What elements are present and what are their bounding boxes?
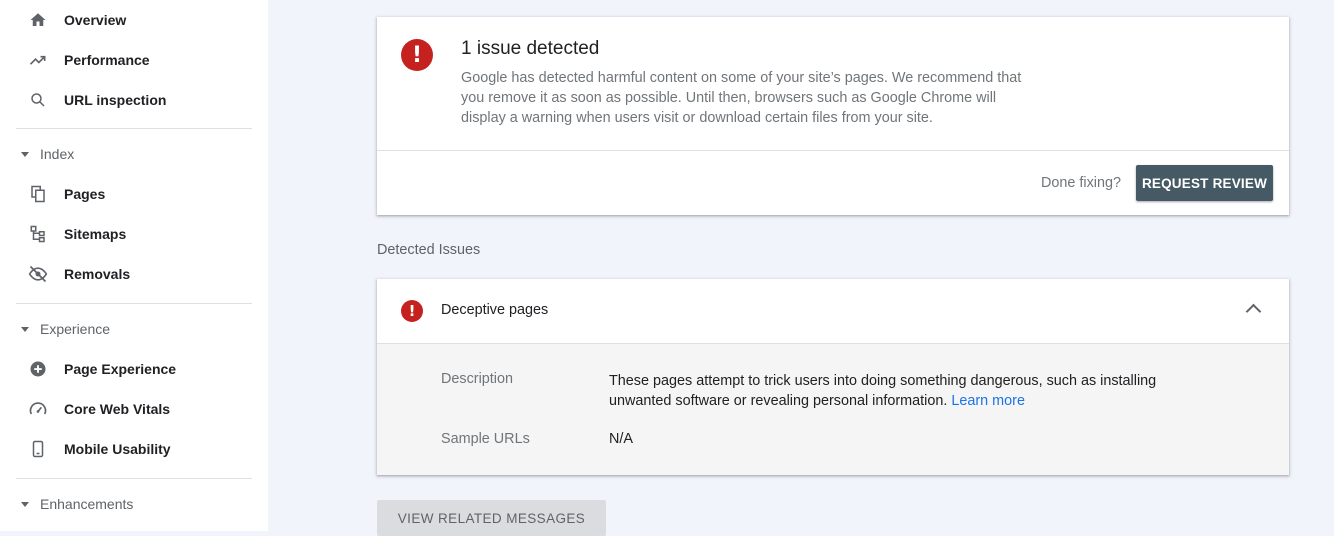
sidebar-divider — [16, 128, 252, 129]
request-review-button[interactable]: REQUEST REVIEW — [1136, 165, 1273, 201]
sidebar-item-label: Page Experience — [64, 361, 177, 377]
plus-circle-icon — [27, 358, 49, 380]
learn-more-link[interactable]: Learn more — [951, 393, 1025, 409]
sidebar-item-core-web-vitals[interactable]: Core Web Vitals — [0, 389, 268, 429]
description-label: Description — [441, 371, 513, 387]
sidebar-item-page-experience[interactable]: Page Experience — [0, 349, 268, 389]
pages-icon — [27, 183, 49, 205]
card-divider — [377, 150, 1289, 151]
sidebar-item-performance[interactable]: Performance — [0, 40, 268, 80]
search-icon — [27, 89, 49, 111]
sidebar-section-experience[interactable]: Experience — [0, 314, 268, 344]
sitemap-icon — [27, 223, 49, 245]
sidebar-item-sitemaps[interactable]: Sitemaps — [0, 214, 268, 254]
issue-description: Google has detected harmful content on s… — [461, 70, 1022, 126]
eye-off-icon — [27, 263, 49, 285]
sidebar-section-label: Experience — [40, 321, 111, 337]
sidebar-section-enhancements[interactable]: Enhancements — [0, 489, 268, 519]
sidebar-item-label: Performance — [64, 52, 150, 68]
alert-icon: ! — [401, 300, 423, 322]
sidebar-item-label: URL inspection — [64, 92, 167, 108]
sidebar-section-label: Enhancements — [40, 496, 134, 512]
description-body: These pages attempt to trick users into … — [609, 373, 1157, 409]
sidebar: Overview Performance URL inspection Inde… — [0, 0, 268, 531]
sidebar-item-label: Pages — [64, 186, 106, 202]
caret-down-icon — [21, 151, 29, 157]
trending-up-icon — [27, 49, 49, 71]
caret-down-icon — [21, 326, 29, 332]
chevron-up-icon[interactable] — [1245, 303, 1262, 320]
caret-down-icon — [21, 501, 29, 507]
sample-urls-label: Sample URLs — [441, 431, 530, 447]
sidebar-divider — [16, 303, 252, 304]
sidebar-section-label: Index — [40, 146, 75, 162]
description-text: These pages attempt to trick users into … — [609, 371, 1209, 411]
sidebar-item-label: Overview — [64, 12, 127, 28]
issue-detail-card: ! Deceptive pages Description These page… — [377, 279, 1289, 475]
sidebar-item-pages[interactable]: Pages — [0, 174, 268, 214]
sidebar-item-label: Sitemaps — [64, 226, 127, 242]
home-icon — [27, 9, 49, 31]
sidebar-item-url-inspection[interactable]: URL inspection — [0, 80, 268, 120]
sidebar-item-overview[interactable]: Overview — [0, 0, 268, 40]
sample-urls-value: N/A — [609, 431, 633, 447]
sidebar-item-mobile-usability[interactable]: Mobile Usability — [0, 429, 268, 469]
sidebar-divider — [16, 478, 252, 479]
alert-icon: ! — [401, 39, 433, 71]
sidebar-item-removals[interactable]: Removals — [0, 254, 268, 294]
issue-title: 1 issue detected — [461, 38, 600, 59]
issue-summary-card: ! 1 issue detected Google has detected h… — [377, 17, 1289, 215]
issue-expander-header[interactable]: ! Deceptive pages — [377, 279, 1289, 344]
done-fixing-label: Done fixing? — [1041, 175, 1121, 191]
phone-icon — [27, 438, 49, 460]
sidebar-item-label: Mobile Usability — [64, 441, 171, 457]
sidebar-item-label: Core Web Vitals — [64, 401, 171, 417]
sidebar-section-index[interactable]: Index — [0, 139, 268, 169]
sidebar-item-label: Removals — [64, 266, 131, 282]
detected-issues-heading: Detected Issues — [377, 242, 481, 258]
issue-name: Deceptive pages — [441, 302, 549, 318]
gauge-icon — [27, 398, 49, 420]
